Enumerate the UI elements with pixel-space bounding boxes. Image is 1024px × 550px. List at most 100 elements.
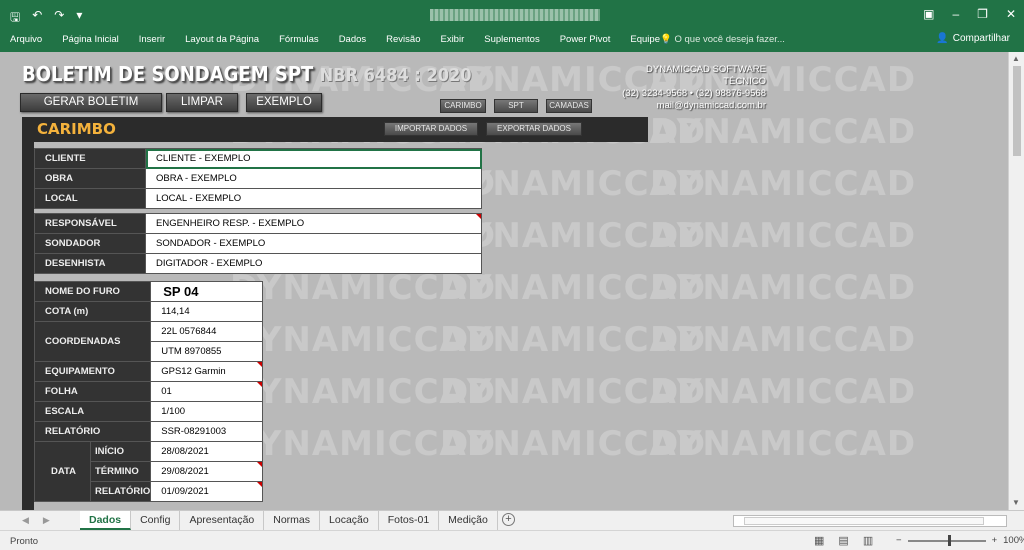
generate-report-button[interactable]: GERAR BOLETIM [20, 93, 162, 112]
scale-label: ESCALA [33, 401, 152, 422]
report-label: RELATÓRIO [33, 421, 152, 442]
user-icon: 👤 [936, 33, 949, 44]
sheet-tab[interactable]: Fotos-01 [379, 511, 440, 530]
report-date-field[interactable]: 01/09/2021 [150, 481, 264, 502]
share-button[interactable]: 👤 Compartilhar [936, 33, 1010, 44]
undo-icon[interactable]: ↶ [32, 8, 42, 29]
vertical-scrollbar[interactable]: ▲ ▼ [1008, 52, 1024, 510]
next-sheet-icon[interactable]: ▶ [43, 515, 50, 526]
zoom-out-icon[interactable]: − [896, 535, 902, 546]
watermark-text: DYNAMICCAD [650, 112, 917, 152]
table-row: COTA (m) 114,14 [33, 301, 264, 322]
document-title-blurred [430, 9, 600, 21]
scale-field[interactable]: 1/100 [150, 401, 264, 422]
ribbon-tab[interactable]: Arquivo [10, 34, 52, 45]
nav-spt-button[interactable]: SPT [494, 99, 538, 113]
vertical-scroll-thumb[interactable] [1013, 66, 1021, 156]
clear-button[interactable]: LIMPAR [166, 93, 238, 112]
sheet-tab[interactable]: Medição [439, 511, 498, 530]
scroll-up-icon[interactable]: ▲ [1012, 54, 1020, 63]
watermark-text: DYNAMICCAD [650, 268, 917, 308]
table-row: RESPONSÁVEL ENGENHEIRO RESP. - EXEMPLO [34, 213, 482, 234]
redo-icon[interactable]: ↷ [54, 8, 64, 29]
horizontal-scroll-thumb[interactable] [744, 517, 984, 525]
tell-me-text: O que você deseja fazer... [674, 34, 785, 45]
import-data-button[interactable]: IMPORTAR DADOS [384, 122, 478, 136]
sheet-tab[interactable]: Apresentação [180, 511, 265, 530]
export-data-button[interactable]: EXPORTAR DADOS [486, 122, 582, 136]
zoom-slider-knob[interactable] [947, 534, 951, 546]
zoom-in-icon[interactable]: + [992, 535, 998, 546]
drafter-label: DESENHISTA [34, 253, 146, 274]
driller-field[interactable]: SONDADOR - EXEMPLO [145, 233, 482, 254]
coordinate-zone-field[interactable]: 22L 0576844 [150, 321, 264, 342]
ribbon-tab[interactable]: Power Pivot [560, 34, 621, 45]
normal-view-icon[interactable]: ▦ [814, 534, 824, 547]
ribbon-tab[interactable]: Página Inicial [62, 34, 129, 45]
ribbon-tab[interactable]: Revisão [386, 34, 430, 45]
zoom-control: − + 100% [896, 534, 1024, 546]
sheet-label: FOLHA [33, 381, 152, 402]
table-row: COORDENADAS 22L 0576844 [33, 321, 264, 362]
minimize-icon[interactable]: – [952, 7, 959, 21]
save-icon[interactable]: 🖫 [10, 8, 20, 29]
sheet-tab[interactable]: Config [131, 511, 181, 530]
table-row: DATA INÍCIO 28/08/2021 [34, 441, 264, 502]
sheet-nav: ◀ ▶ [22, 515, 50, 526]
responsible-field[interactable]: ENGENHEIRO RESP. - EXEMPLO [145, 213, 482, 234]
ribbon-tab[interactable]: Layout da Página [185, 34, 269, 45]
borehole-name-label: NOME DO FURO [33, 281, 152, 302]
window-controls: ▣ – ❐ ✕ [923, 7, 1016, 21]
start-date-field[interactable]: 28/08/2021 [150, 441, 264, 462]
company-email: mail@dynamiccad.com.br [656, 100, 766, 111]
sheet-field[interactable]: 01 [150, 381, 264, 402]
ribbon-tab[interactable]: Inserir [139, 34, 175, 45]
ribbon-tab[interactable]: Suplementos [484, 34, 549, 45]
start-date-label: INÍCIO [89, 441, 152, 462]
page-layout-icon[interactable]: ▤ [838, 534, 848, 547]
ribbon-display-icon[interactable]: ▣ [923, 7, 934, 21]
work-field[interactable]: OBRA - EXEMPLO [145, 168, 482, 189]
tell-me-search[interactable]: 💡 O que você deseja fazer... [660, 34, 785, 45]
contact-info: DYNAMICCAD SOFTWARE TÉCNICO (32) 3234-95… [612, 64, 766, 112]
client-field[interactable]: CLIENTE - EXEMPLO [145, 148, 482, 169]
end-date-field[interactable]: 29/08/2021 [150, 461, 264, 482]
table-row: FOLHA 01 [33, 381, 264, 402]
drafter-field[interactable]: DIGITADOR - EXEMPLO [145, 253, 482, 274]
nav-layers-button[interactable]: CAMADAS [546, 99, 592, 113]
sheet-tab[interactable]: Dados [80, 511, 132, 530]
location-field[interactable]: LOCAL - EXEMPLO [145, 188, 482, 209]
zoom-slider[interactable] [907, 534, 986, 546]
example-button[interactable]: EXEMPLO [246, 93, 322, 112]
nav-stamp-button[interactable]: CARIMBO [440, 99, 486, 113]
customize-qat-icon[interactable]: ▾ [76, 8, 82, 29]
location-label: LOCAL [34, 188, 146, 209]
elevation-field[interactable]: 114,14 [150, 301, 264, 322]
excel-window: { "titlebar": { "save_icon": "save-icon"… [0, 0, 1024, 550]
report-field[interactable]: SSR-08291003 [150, 421, 264, 442]
zoom-level[interactable]: 100% [1003, 535, 1024, 546]
ribbon-tabs: Arquivo Página Inicial Inserir Layout da Pá… [0, 30, 1024, 52]
sheet-tab[interactable]: Locação [320, 511, 379, 530]
page-break-icon[interactable]: ▥ [863, 534, 873, 547]
close-icon[interactable]: ✕ [1006, 7, 1016, 21]
prev-sheet-icon[interactable]: ◀ [22, 515, 29, 526]
scroll-down-icon[interactable]: ▼ [1012, 498, 1020, 507]
ribbon-tab[interactable]: Fórmulas [279, 34, 329, 45]
project-info-table: CLIENTE CLIENTE - EXEMPLO OBRA OBRA - EX… [34, 148, 482, 209]
add-sheet-icon[interactable]: + [502, 513, 515, 526]
table-row: NOME DO FURO SP 04 [33, 281, 264, 302]
coordinates-label: COORDENADAS [33, 321, 152, 362]
watermark-text: DYNAMICCAD [650, 164, 917, 204]
ribbon-tab[interactable]: Dados [339, 34, 376, 45]
ribbon-tab[interactable]: Exibir [440, 34, 474, 45]
sheet-tab[interactable]: Normas [264, 511, 321, 530]
restore-icon[interactable]: ❐ [977, 7, 988, 21]
borehole-name-field[interactable]: SP 04 [150, 281, 264, 302]
team-info-table: RESPONSÁVEL ENGENHEIRO RESP. - EXEMPLO S… [34, 213, 482, 274]
coordinate-utm-field[interactable]: UTM 8970855 [150, 341, 264, 362]
borehole-info-table: NOME DO FURO SP 04 COTA (m) 114,14 COORD… [33, 281, 264, 502]
page-title: BOLETIM DE SONDAGEM SPT NBR 6484 : 2020 [22, 62, 472, 86]
horizontal-scrollbar[interactable] [733, 515, 1007, 527]
equipment-field[interactable]: GPS12 Garmin [150, 361, 264, 382]
